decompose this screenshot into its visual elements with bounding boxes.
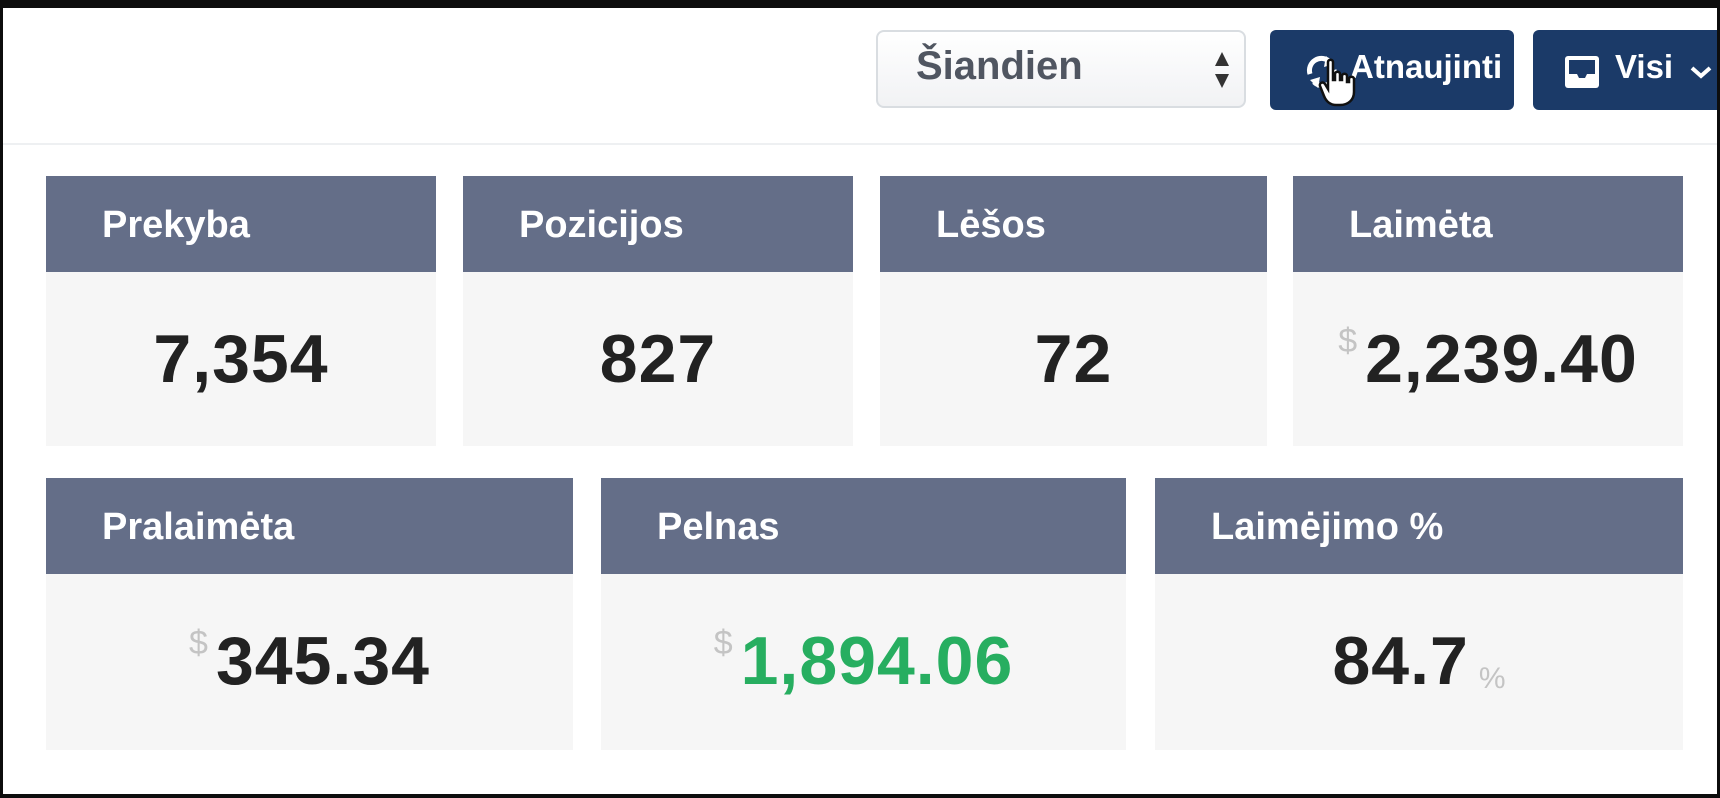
stat-card-body: 72 xyxy=(880,272,1267,446)
dashboard-frame: Šiandien Atnaujinti Visi Prekyba 7,354 P… xyxy=(3,8,1717,794)
percent-unit: % xyxy=(1478,662,1506,695)
stat-card-body: $1,894.06 xyxy=(601,574,1126,750)
stat-value-wrap: 7,354 xyxy=(46,320,436,398)
stat-card-title: Laimėta xyxy=(1349,204,1493,246)
stat-value: 84.7 xyxy=(1332,623,1469,699)
stat-card-won: Laimėta $2,239.40 xyxy=(1293,176,1683,446)
stat-card-header: Prekyba xyxy=(46,176,436,272)
stat-card-header: Pralaimėta xyxy=(46,478,573,574)
stat-value-wrap: $1,894.06 xyxy=(601,622,1126,700)
stat-value: 1,894.06 xyxy=(740,623,1014,699)
stat-card-title: Pralaimėta xyxy=(102,506,295,548)
stat-value: 345.34 xyxy=(215,623,430,699)
stat-card-header: Pozicijos xyxy=(463,176,853,272)
stat-value: 72 xyxy=(1034,321,1113,397)
refresh-button[interactable]: Atnaujinti xyxy=(1270,30,1514,110)
stat-value-wrap: 827 xyxy=(463,320,853,398)
stat-value-wrap: $345.34 xyxy=(46,622,573,700)
filter-button-label: Visi xyxy=(1615,48,1674,85)
stat-card-title: Pozicijos xyxy=(519,204,684,246)
stat-card-header: Laimėjimo % xyxy=(1155,478,1683,574)
stat-card-win-rate: Laimėjimo % 84.7% xyxy=(1155,478,1683,750)
period-select[interactable]: Šiandien xyxy=(876,30,1246,108)
inbox-icon xyxy=(1565,56,1599,88)
stat-card-body: $2,239.40 xyxy=(1293,272,1683,446)
stat-card-body: 7,354 xyxy=(46,272,436,446)
currency-symbol: $ xyxy=(189,624,208,662)
stat-card-profit: Pelnas $1,894.06 xyxy=(601,478,1126,750)
currency-symbol: $ xyxy=(1338,322,1358,360)
stat-card-header: Lėšos xyxy=(880,176,1267,272)
stat-card-trades: Prekyba 7,354 xyxy=(46,176,436,446)
hand-cursor-icon xyxy=(1318,58,1356,107)
refresh-button-label: Atnaujinti xyxy=(1350,48,1503,85)
chevron-down-icon xyxy=(1690,66,1712,79)
select-arrows-icon xyxy=(1215,52,1229,88)
stat-value-wrap: $2,239.40 xyxy=(1293,320,1683,398)
stat-value: 7,354 xyxy=(153,321,329,397)
toolbar: Šiandien Atnaujinti Visi xyxy=(3,8,1717,145)
stat-card-header: Pelnas xyxy=(601,478,1126,574)
stat-card-body: $345.34 xyxy=(46,574,573,750)
period-select-value: Šiandien xyxy=(916,44,1083,88)
stat-card-positions: Pozicijos 827 xyxy=(463,176,853,446)
stat-card-header: Laimėta xyxy=(1293,176,1683,272)
currency-symbol: $ xyxy=(713,624,733,662)
stat-value: 2,239.40 xyxy=(1365,321,1638,397)
stat-card-body: 827 xyxy=(463,272,853,446)
stat-card-title: Lėšos xyxy=(936,204,1046,246)
stat-value: 827 xyxy=(599,321,717,397)
stat-value-wrap: 84.7% xyxy=(1155,622,1683,700)
stat-card-title: Pelnas xyxy=(657,506,780,548)
stat-value-wrap: 72 xyxy=(880,320,1267,398)
stat-card-body: 84.7% xyxy=(1155,574,1683,750)
stat-card-title: Prekyba xyxy=(102,204,250,246)
stat-card-title: Laimėjimo % xyxy=(1211,506,1444,548)
stat-card-lost: Pralaimėta $345.34 xyxy=(46,478,573,750)
filter-dropdown-button[interactable]: Visi xyxy=(1533,30,1717,110)
stat-card-funds: Lėšos 72 xyxy=(880,176,1267,446)
